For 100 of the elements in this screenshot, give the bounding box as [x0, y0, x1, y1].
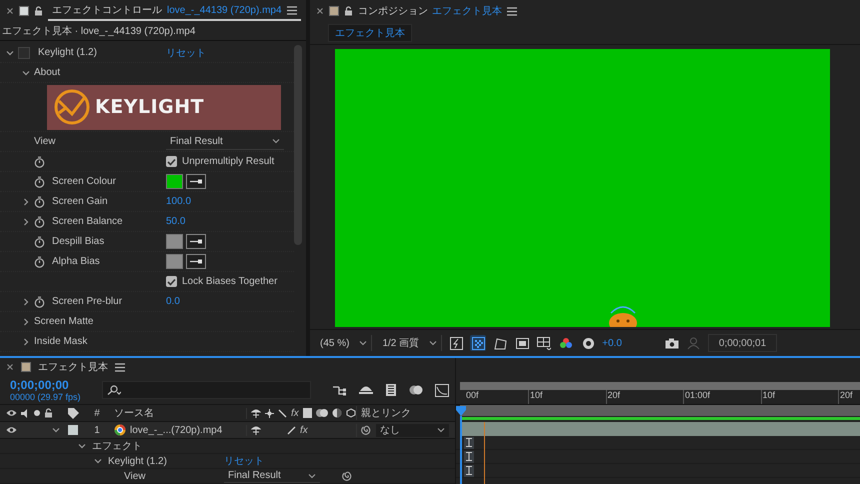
solo-dot-icon[interactable]: [34, 410, 40, 416]
eye-icon[interactable]: [6, 426, 17, 434]
stopwatch-icon[interactable]: [34, 156, 45, 168]
panel-swatch-icon: [329, 6, 339, 16]
eyedropper-button[interactable]: [186, 254, 206, 269]
checkerboard-icon: [472, 336, 485, 350]
chevron-icon[interactable]: [22, 318, 30, 326]
checkbox-label[interactable]: Lock Biases Together: [166, 276, 278, 287]
layer-name[interactable]: love_-_...(720p).mp4: [130, 424, 222, 436]
stopwatch-icon[interactable]: [34, 176, 45, 188]
keyframe-marker[interactable]: [464, 450, 474, 462]
chevron-icon[interactable]: [22, 218, 30, 226]
check-icon: [167, 158, 176, 166]
group-label[interactable]: Inside Mask: [34, 336, 88, 347]
crosshair-frame-icon: [537, 336, 552, 350]
label-color-swatch[interactable]: [68, 425, 78, 435]
color-swatch[interactable]: [166, 234, 183, 249]
close-icon[interactable]: [6, 7, 14, 15]
safe-margins-button[interactable]: [514, 335, 530, 351]
keylight-emblem-icon: [53, 88, 91, 126]
stopwatch-icon[interactable]: [34, 236, 45, 248]
parent-dropdown[interactable]: なし: [376, 424, 449, 436]
grid-guides-button[interactable]: [536, 335, 552, 351]
tree-icon[interactable]: [333, 384, 347, 396]
sun-icon[interactable]: [265, 408, 274, 418]
layer-search-field[interactable]: [102, 381, 311, 399]
color-swatch[interactable]: [166, 254, 183, 269]
shy-icon[interactable]: [251, 408, 261, 418]
composition-chip[interactable]: エフェクト見本: [328, 24, 412, 42]
effect-controls-tab[interactable]: エフェクトコントロール love_-_44139 (720p).mp4: [48, 1, 301, 21]
dome-icon[interactable]: [359, 384, 373, 396]
graph-icon[interactable]: [435, 384, 449, 396]
color-swatch[interactable]: [166, 174, 183, 189]
fast-preview-button[interactable]: [448, 335, 464, 351]
exposure-value[interactable]: +0.0: [602, 338, 622, 348]
chevron-icon[interactable]: [22, 338, 30, 346]
chevron-icon[interactable]: [6, 48, 14, 56]
param-value[interactable]: 50.0: [166, 216, 186, 227]
keyframe-marker[interactable]: [464, 436, 474, 448]
reset-link[interactable]: リセット: [224, 454, 264, 468]
eye-icon[interactable]: [6, 409, 17, 417]
zoom-dropdown[interactable]: (45 %): [316, 335, 372, 351]
keyframe-marker[interactable]: [464, 464, 474, 476]
half-circle-icon[interactable]: [332, 408, 342, 418]
eyedropper-button[interactable]: [186, 234, 206, 249]
ruler-label: 00f: [465, 390, 480, 402]
ibeam-icon: [466, 438, 472, 447]
rgb-dots-icon: [559, 336, 574, 350]
view-dropdown[interactable]: Final Result: [224, 470, 320, 482]
eyedropper-button[interactable]: [186, 174, 206, 189]
circles-icon[interactable]: [409, 384, 423, 396]
menu-icon[interactable]: [286, 6, 297, 14]
exposure-reset-button[interactable]: [580, 335, 596, 351]
speaker-icon[interactable]: [21, 408, 30, 418]
transparency-grid-button[interactable]: [470, 335, 486, 351]
effect-name[interactable]: Keylight (1.2): [38, 47, 97, 58]
chevron-icon[interactable]: [22, 68, 30, 76]
spiral-icon[interactable]: [342, 470, 353, 482]
param-value[interactable]: 0.0: [166, 296, 180, 307]
close-icon[interactable]: [316, 7, 324, 15]
group-label[interactable]: Screen Matte: [34, 316, 94, 327]
fx-switch[interactable]: fx: [300, 424, 308, 436]
close-icon[interactable]: [6, 363, 14, 371]
group-label[interactable]: About: [34, 67, 60, 78]
lock-icon[interactable]: [34, 6, 43, 16]
checkbox-label[interactable]: Unpremultiply Result: [166, 156, 274, 167]
resolution-dropdown[interactable]: 1/2 画質: [378, 335, 442, 351]
param-label: View: [34, 136, 56, 147]
current-time-field[interactable]: 0;00;00;01: [708, 334, 778, 352]
timeline-tab[interactable]: エフェクト見本: [38, 360, 108, 374]
eyedropper-icon: [189, 238, 203, 245]
tag-icon[interactable]: [68, 408, 78, 418]
circles-icon[interactable]: [316, 408, 328, 418]
menu-icon[interactable]: [115, 362, 125, 372]
stopwatch-icon[interactable]: [34, 256, 45, 268]
effect-label[interactable]: Keylight (1.2): [108, 456, 224, 466]
spiral-icon[interactable]: [361, 424, 372, 436]
lock-icon[interactable]: [344, 6, 353, 16]
menu-icon[interactable]: [507, 6, 517, 16]
fx-column-header[interactable]: fx: [291, 408, 299, 418]
current-time[interactable]: 0;00;00;00: [10, 378, 92, 392]
frame-count: 00000 (29.97 fps): [10, 392, 82, 402]
playhead-handle-icon[interactable]: [456, 406, 466, 416]
composition-tab[interactable]: コンポジション エフェクト見本: [358, 4, 502, 18]
stopwatch-icon[interactable]: [34, 296, 45, 308]
stopwatch-icon[interactable]: [34, 216, 45, 228]
chevron-icon[interactable]: [52, 426, 60, 434]
shy-icon[interactable]: [251, 425, 261, 435]
chevron-icon[interactable]: [22, 198, 30, 206]
view-dropdown[interactable]: Final Result: [166, 134, 284, 150]
group-label[interactable]: エフェクト: [92, 439, 142, 453]
param-value[interactable]: 100.0: [166, 196, 192, 207]
chevron-icon[interactable]: [22, 298, 30, 306]
channel-button[interactable]: [558, 335, 574, 351]
round-app-icon: [114, 424, 126, 436]
lock-icon[interactable]: [44, 408, 53, 418]
reset-link[interactable]: リセット: [166, 46, 206, 60]
cube-icon[interactable]: [346, 408, 356, 418]
panel-swatch-icon: [19, 6, 29, 16]
stopwatch-icon[interactable]: [34, 196, 45, 208]
